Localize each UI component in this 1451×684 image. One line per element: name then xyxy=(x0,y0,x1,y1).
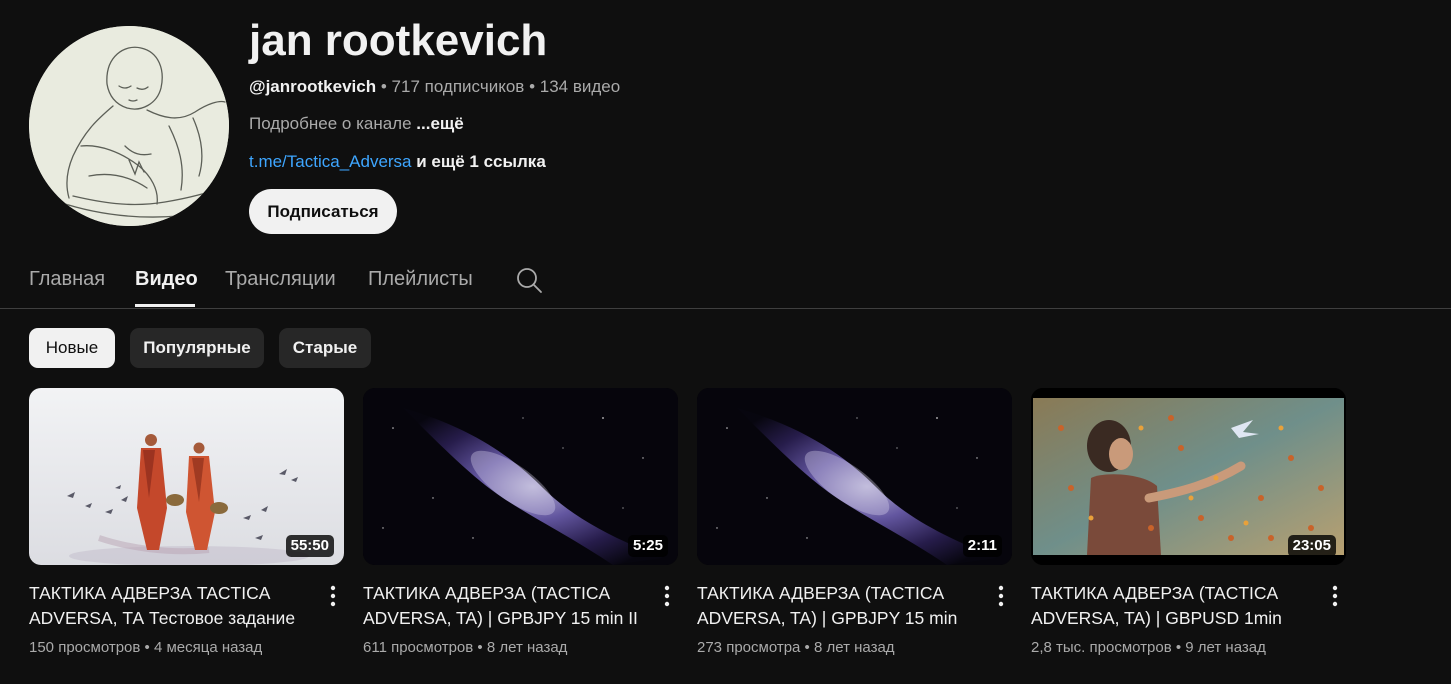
tab-videos[interactable]: Видео xyxy=(135,266,198,292)
video-count: 134 видео xyxy=(539,77,621,96)
video-age: 9 лет назад xyxy=(1185,639,1266,656)
video-title[interactable]: ТАКТИКА АДВЕРЗА TACTICA ADVERSA, ТА Тест… xyxy=(29,581,311,631)
tab-home[interactable]: Главная xyxy=(29,266,105,292)
video-card[interactable]: 23:05 ТАКТИКА АДВЕРЗА (TACTICA ADVERSA, … xyxy=(1031,388,1346,668)
search-icon[interactable] xyxy=(515,266,543,294)
subscribe-button[interactable]: Подписаться xyxy=(249,189,397,234)
video-duration: 55:50 xyxy=(285,535,334,557)
meta-separator: • xyxy=(800,639,814,656)
tab-live[interactable]: Трансляции xyxy=(225,266,336,292)
meta-separator: • xyxy=(1171,639,1186,656)
video-thumbnail[interactable]: 23:05 xyxy=(1031,388,1346,565)
filter-chip-oldest[interactable]: Старые xyxy=(279,328,371,368)
more-options-icon[interactable] xyxy=(1325,584,1345,608)
video-views: 273 просмотра xyxy=(697,639,801,656)
filter-chip-new[interactable]: Новые xyxy=(29,328,115,368)
more-links-button[interactable]: и ещё 1 ссылка xyxy=(416,152,546,171)
video-card[interactable]: 55:50 ТАКТИКА АДВЕРЗА TACTICA ADVERSA, Т… xyxy=(29,388,344,668)
meta-separator: • xyxy=(140,639,154,656)
channel-about[interactable]: Подробнее о канале ...ещё xyxy=(249,113,464,135)
active-tab-indicator xyxy=(135,304,195,307)
meta-separator: • xyxy=(529,77,540,96)
about-text: Подробнее о канале xyxy=(249,114,412,133)
avatar-sketch-image xyxy=(29,26,229,226)
video-title[interactable]: ТАКТИКА АДВЕРЗА (TACTICA ADVERSA, TA) | … xyxy=(697,581,979,631)
channel-links: t.me/Tactica_Adversa и ещё 1 ссылка xyxy=(249,151,546,173)
video-meta: 150 просмотров • 4 месяца назад xyxy=(29,638,262,658)
video-title[interactable]: ТАКТИКА АДВЕРЗА (TACTICA ADVERSA, TA) | … xyxy=(363,581,645,631)
subscriber-count: 717 подписчиков xyxy=(391,77,525,96)
about-more-link[interactable]: ...ещё xyxy=(416,114,463,133)
video-title[interactable]: ТАКТИКА АДВЕРЗА (TACTICA ADVERSA, TA) | … xyxy=(1031,581,1313,631)
video-duration: 2:11 xyxy=(962,535,1002,557)
video-views: 150 просмотров xyxy=(29,639,141,656)
filter-chip-popular[interactable]: Популярные xyxy=(130,328,264,368)
video-duration: 23:05 xyxy=(1287,535,1336,557)
channel-external-link[interactable]: t.me/Tactica_Adversa xyxy=(249,152,412,171)
tabs-divider xyxy=(0,308,1451,309)
video-duration: 5:25 xyxy=(627,535,668,557)
video-card[interactable]: 2:11 ТАКТИКА АДВЕРЗА (TACTICA ADVERSA, T… xyxy=(697,388,1012,668)
channel-tabs: Главная Видео Трансляции Плейлисты xyxy=(0,252,1451,309)
channel-avatar[interactable] xyxy=(29,26,229,226)
video-age: 8 лет назад xyxy=(486,639,568,656)
channel-meta: @janrootkevich • 717 подписчиков • 134 в… xyxy=(249,76,620,98)
video-thumbnail[interactable]: 55:50 xyxy=(29,388,344,565)
video-meta: 273 просмотра • 8 лет назад xyxy=(697,638,895,658)
video-thumbnail[interactable]: 2:11 xyxy=(697,388,1012,565)
meta-separator: • xyxy=(473,639,487,656)
video-views: 2,8 тыс. просмотров xyxy=(1031,639,1172,656)
more-options-icon[interactable] xyxy=(323,584,343,608)
video-views: 611 просмотров xyxy=(363,639,474,656)
meta-separator: • xyxy=(380,77,392,96)
video-age: 4 месяца назад xyxy=(153,639,263,656)
channel-name: jan rootkevich xyxy=(249,16,548,65)
video-card[interactable]: 5:25 ТАКТИКА АДВЕРЗА (TACTICA ADVERSA, T… xyxy=(363,388,678,668)
more-options-icon[interactable] xyxy=(657,584,677,608)
channel-page: jan rootkevich @janrootkevich • 717 подп… xyxy=(0,0,1451,684)
more-options-icon[interactable] xyxy=(991,584,1011,608)
video-meta: 2,8 тыс. просмотров • 9 лет назад xyxy=(1031,638,1266,658)
video-meta: 611 просмотров • 8 лет назад xyxy=(363,638,567,658)
channel-handle: @janrootkevich xyxy=(249,77,377,96)
video-age: 8 лет назад xyxy=(813,639,895,656)
tab-playlists[interactable]: Плейлисты xyxy=(368,266,473,292)
video-thumbnail[interactable]: 5:25 xyxy=(363,388,678,565)
